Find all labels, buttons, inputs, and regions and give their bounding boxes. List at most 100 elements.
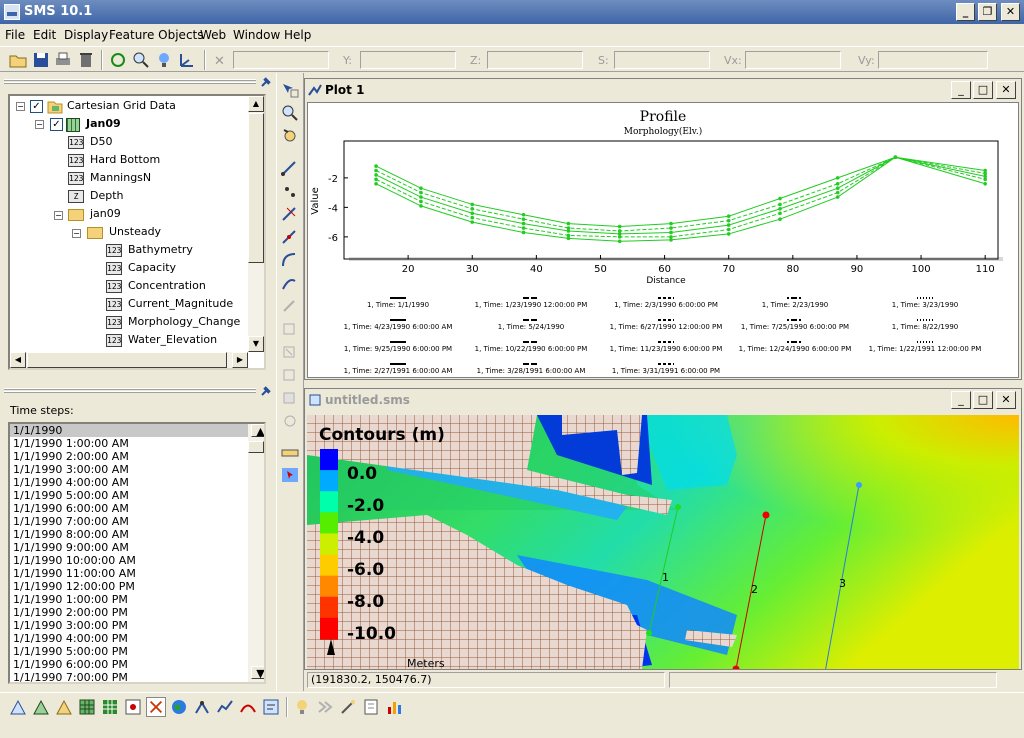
menu-help[interactable]: Help [284, 28, 311, 42]
disabled-tool-icon[interactable] [279, 296, 301, 316]
annotation-module-icon[interactable] [261, 697, 281, 717]
scroll-thumb[interactable] [248, 441, 264, 453]
time-step-selected[interactable]: 1/1/1990 [10, 424, 248, 437]
menu-feature-objects[interactable]: Feature Objects [109, 28, 204, 42]
plot-minimize-button[interactable]: _ [951, 81, 971, 99]
restore-button[interactable]: ❐ [978, 3, 997, 21]
mesh-module-icon[interactable] [8, 697, 28, 717]
menu-web[interactable]: Web [200, 28, 226, 42]
gis-module-icon[interactable] [169, 697, 189, 717]
expand-toggle[interactable]: − [35, 120, 44, 129]
time-step-item[interactable]: 1/1/1990 4:00:00 PM [10, 632, 264, 645]
map-maximize-button[interactable]: □ [973, 391, 993, 409]
lightbulb-icon[interactable] [292, 697, 312, 717]
scatter-module-icon[interactable] [31, 697, 51, 717]
expand-toggle[interactable]: − [54, 211, 63, 220]
raster-module-icon[interactable] [123, 697, 143, 717]
disabled-tool-icon[interactable] [279, 342, 301, 362]
menu-display[interactable]: Display [64, 28, 108, 42]
document-tool-icon[interactable] [361, 697, 381, 717]
save-icon[interactable] [31, 50, 51, 70]
pin-icon[interactable] [259, 384, 273, 398]
disabled-tool-icon[interactable] [279, 365, 301, 385]
time-step-item[interactable]: 1/1/1990 6:00:00 AM [10, 502, 264, 515]
time-steps-list[interactable]: 1/1/1990 1/1/1990 1:00:00 AM 1/1/1990 2:… [8, 422, 266, 684]
tree-item-unsteady[interactable]: Unsteady [109, 225, 161, 243]
network-module-icon[interactable] [192, 697, 212, 717]
scroll-down-icon[interactable]: ▼ [248, 336, 264, 352]
tree-item-manningsn[interactable]: ManningsN [90, 171, 151, 189]
time-step-item[interactable]: 1/1/1990 6:00:00 PM [10, 658, 264, 671]
time-step-item[interactable]: 1/1/1990 10:00:00 AM [10, 554, 264, 567]
plot-maximize-button[interactable]: □ [973, 81, 993, 99]
time-step-item[interactable]: 1/1/1990 11:00:00 AM [10, 567, 264, 580]
tree-item-cartesian-grid-data[interactable]: Cartesian Grid Data [67, 99, 176, 117]
time-step-item[interactable]: 1/1/1990 12:00:00 PM [10, 580, 264, 593]
delete-icon[interactable] [76, 50, 96, 70]
expand-toggle[interactable]: − [16, 102, 25, 111]
time-step-item[interactable]: 1/1/1990 9:00:00 AM [10, 541, 264, 554]
time-step-item[interactable]: 1/1/1990 1:00:00 AM [10, 437, 264, 450]
tree-horizontal-scrollbar[interactable]: ◀ ▶ [10, 352, 248, 368]
light-icon[interactable] [154, 50, 174, 70]
select-feature-arc-icon[interactable] [279, 158, 301, 178]
map-minimize-button[interactable]: _ [951, 391, 971, 409]
scroll-down-icon[interactable]: ▼ [251, 666, 264, 680]
tree-item-current-magnitude[interactable]: Current_Magnitude [128, 297, 233, 315]
plot-module-icon[interactable] [215, 697, 235, 717]
cartesian-grid-module-icon[interactable] [100, 697, 120, 717]
menu-window[interactable]: Window [233, 28, 280, 42]
time-step-item[interactable]: 1/1/1990 2:00:00 PM [10, 606, 264, 619]
panel-grip[interactable] [4, 79, 256, 85]
menu-edit[interactable]: Edit [33, 28, 56, 42]
tree-item-hard-bottom[interactable]: Hard Bottom [90, 153, 160, 171]
refresh-icon[interactable] [108, 50, 128, 70]
map-window-titlebar[interactable]: untitled.sms _ □ ✕ [305, 389, 1021, 411]
scroll-up-icon[interactable]: ▲ [248, 96, 264, 112]
disabled-tool-icon[interactable] [279, 388, 301, 408]
tree-item-jan09-grid[interactable]: Jan09 [86, 117, 121, 135]
contour-map[interactable]: 1 2 3 Contours (m) 0.0 -2.0 -4.0 -6.0 -8.0 -1… [307, 415, 1019, 669]
contour-select-icon[interactable] [279, 465, 301, 485]
vertex-tool-icon[interactable] [279, 227, 301, 247]
tree-item-depth[interactable]: Depth [90, 189, 124, 207]
tree-item-d50[interactable]: D50 [90, 135, 112, 153]
select-feature-point-icon[interactable] [279, 181, 301, 201]
disabled-tool-icon[interactable] [279, 411, 301, 431]
map-close-button[interactable]: ✕ [996, 391, 1016, 409]
tree-item-water-elevation[interactable]: Water_Elevation [128, 333, 217, 351]
close-button[interactable]: ✕ [1001, 3, 1020, 21]
time-step-item[interactable]: 1/1/1990 8:00:00 AM [10, 528, 264, 541]
scroll-thumb[interactable] [27, 352, 227, 368]
time-step-item[interactable]: 1/1/1990 4:00:00 AM [10, 476, 264, 489]
curve-tool-icon[interactable] [279, 250, 301, 270]
panel-grip[interactable] [4, 388, 256, 394]
arc-group-icon[interactable] [279, 273, 301, 293]
time-step-item[interactable]: 1/1/1990 3:00:00 AM [10, 463, 264, 476]
wand-icon[interactable] [338, 697, 358, 717]
zoom-tool-icon[interactable] [279, 103, 301, 123]
time-step-item[interactable]: 1/1/1990 7:00:00 PM [10, 671, 264, 682]
time-step-item[interactable]: 1/1/1990 7:00:00 AM [10, 515, 264, 528]
map-module-icon[interactable] [54, 697, 74, 717]
bar-chart-icon[interactable] [384, 697, 404, 717]
tree-item-concentration[interactable]: Concentration [128, 279, 206, 297]
particle-module-icon[interactable] [146, 697, 166, 717]
tree-item-bathymetry[interactable]: Bathymetry [128, 243, 193, 261]
axes-icon[interactable] [177, 50, 197, 70]
time-step-item[interactable]: 1/1/1990 5:00:00 PM [10, 645, 264, 658]
tree-vertical-scrollbar[interactable]: ▲ ▼ [248, 96, 264, 352]
timesteps-scrollbar[interactable]: ▲ ▼ [248, 424, 264, 682]
time-step-item[interactable]: 1/1/1990 2:00:00 AM [10, 450, 264, 463]
ruler-tool-icon[interactable] [279, 442, 301, 462]
time-step-item[interactable]: 1/1/1990 1:00:00 PM [10, 593, 264, 606]
time-step-item[interactable]: 1/1/1990 3:00:00 PM [10, 619, 264, 632]
tree-item-jan09-folder[interactable]: jan09 [90, 207, 121, 225]
forward-icon[interactable] [315, 697, 335, 717]
time-step-item[interactable]: 1/1/1990 5:00:00 AM [10, 489, 264, 502]
menu-file[interactable]: File [5, 28, 25, 42]
pin-icon[interactable] [259, 75, 273, 89]
print-icon[interactable] [53, 50, 73, 70]
checkbox[interactable]: ✓ [50, 118, 63, 131]
disabled-tool-icon[interactable] [279, 319, 301, 339]
